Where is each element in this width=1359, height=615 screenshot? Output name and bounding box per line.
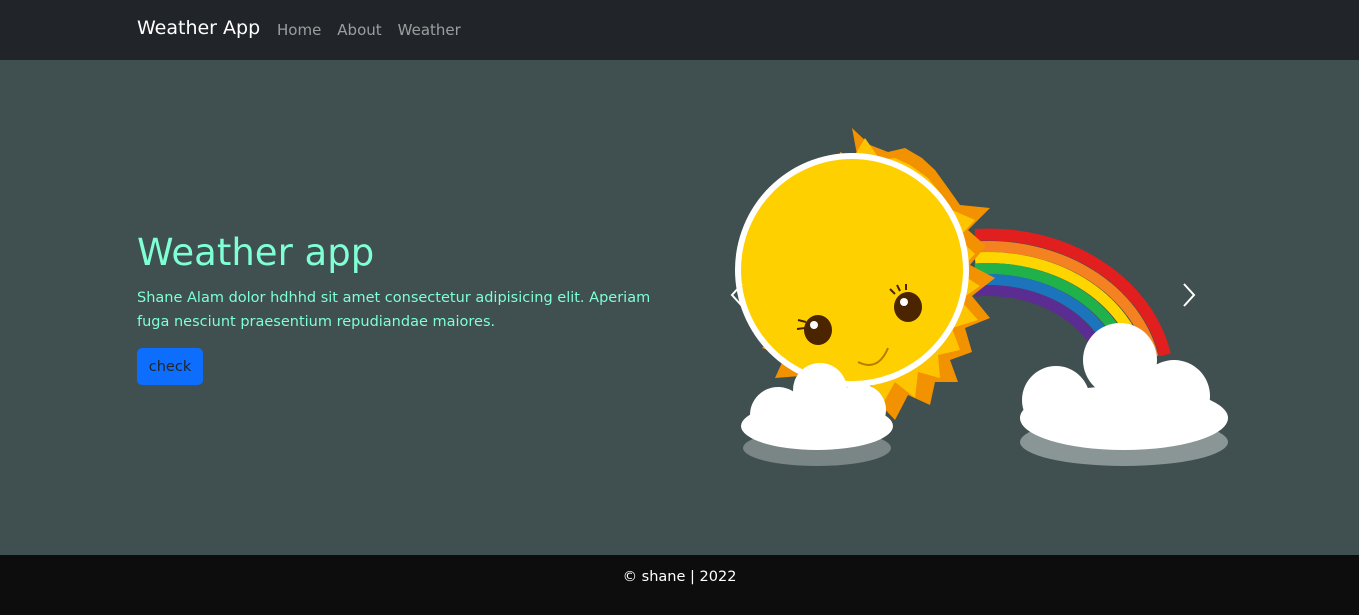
hero-title: Weather app — [137, 231, 375, 274]
chevron-right-icon — [1183, 283, 1196, 307]
navbar: Weather App Home About Weather — [0, 0, 1359, 60]
hero-description: Shane Alam dolor hdhhd sit amet consecte… — [137, 290, 651, 330]
nav-link-weather[interactable]: Weather — [398, 21, 461, 39]
carousel-prev-button[interactable] — [722, 275, 752, 315]
nav-link-about[interactable]: About — [337, 21, 381, 39]
chevron-left-icon — [730, 283, 743, 307]
copyright-text: © shane | 2022 — [622, 568, 737, 585]
sun-rainbow-illustration — [735, 128, 1228, 466]
carousel-next-button[interactable] — [1174, 275, 1204, 315]
nav-link-home[interactable]: Home — [277, 21, 321, 39]
image-carousel — [690, 60, 1235, 480]
footer: © shane | 2022 — [0, 555, 1359, 615]
brand-link[interactable]: Weather App — [137, 17, 260, 39]
check-button[interactable]: check — [137, 348, 203, 385]
nav-links: Home About Weather — [277, 21, 477, 39]
